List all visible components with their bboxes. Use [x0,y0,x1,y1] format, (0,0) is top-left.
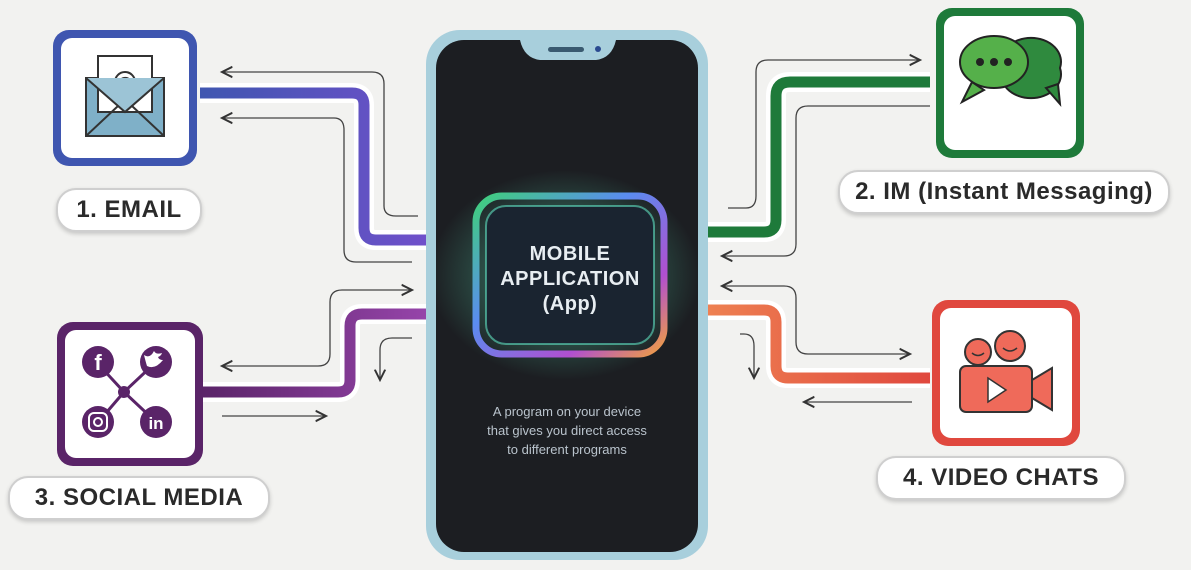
video-label: 4. VIDEO CHATS [876,456,1126,500]
email-label: 1. EMAIL [56,188,202,232]
video-connector [670,286,930,402]
email-node: @ [53,30,197,166]
center-title-line2: APPLICATION [500,268,640,290]
video-node [932,300,1080,446]
description-line2: that gives you direct access [487,423,647,438]
description-line1: A program on your device [492,404,642,419]
svg-text:in: in [148,414,163,433]
instagram-icon [82,406,114,438]
im-connector [670,60,930,256]
center-title-line3: (App) [542,293,598,315]
email-envelope-icon: @ [85,55,165,137]
svg-text:f: f [94,350,102,375]
diagram: @ f [0,0,1191,565]
phone-speaker [548,47,584,52]
social-node: f in [57,322,203,466]
phone-camera [595,46,601,52]
description-line3: to different programs [507,442,627,457]
im-label: 2. IM (Instant Messaging) [838,170,1170,214]
social-label: 3. SOCIAL MEDIA [8,476,270,520]
center-title-line1: MOBILE [529,243,611,265]
im-node [936,8,1084,158]
